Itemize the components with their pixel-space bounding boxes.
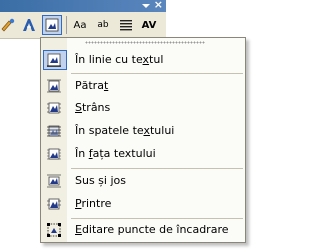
same-letter-heights-label: Aa [73,19,87,31]
vertical-text-button[interactable]: ab [93,15,113,35]
menu-item-through[interactable]: Printre [41,194,245,214]
toolbar-title-bar: × [0,0,166,12]
text-wrapping-menu: În linie cu textul Pătrat Strâns În spat… [40,37,246,243]
menu-item-label: În fața textului [75,147,156,160]
menu-item-tight[interactable]: Strâns [41,98,245,118]
close-icon[interactable]: × [154,0,163,11]
picture-tool-icon [1,18,15,32]
menu-item-label: Editare puncte de încadrare [75,223,229,236]
menu-item-square[interactable]: Pătrat [41,76,245,96]
in-front-icon [47,148,61,160]
tight-wrap-icon [47,102,61,114]
text-wrapping-icon [45,18,59,32]
menu-item-label: Strâns [75,101,111,114]
through-icon [47,198,61,210]
menu-separator [71,73,243,74]
menu-item-in-line-with-text[interactable]: În linie cu textul [41,50,245,70]
edit-wrap-points-icon [47,223,61,237]
menu-item-behind-text[interactable]: În spatele textului [41,121,245,141]
character-spacing-label: AV [141,19,157,31]
menu-item-label: În linie cu textul [75,53,164,66]
menu-item-label: În spatele textului [75,124,175,137]
menu-item-top-and-bottom[interactable]: Sus și jos [41,171,245,191]
picture-toolbar: Aa ab AV [0,12,166,39]
menu-item-in-front-of-text[interactable]: În fața textului [41,144,245,164]
character-spacing-button[interactable]: AV [139,15,159,35]
behind-text-icon [47,125,61,137]
menu-separator [71,168,243,169]
same-letter-heights-button[interactable]: Aa [70,15,90,35]
toolbar-separator [66,16,67,34]
menu-item-label: Printre [75,197,112,210]
in-line-icon [47,53,61,67]
menu-separator [71,218,243,219]
picture-tool-button[interactable] [0,15,18,35]
align-icon [120,20,132,31]
text-wrapping-button[interactable] [42,15,62,35]
menu-item-label: Sus și jos [75,174,126,187]
alignment-button[interactable] [116,15,136,35]
menu-item-label: Pătrat [75,79,109,92]
menu-drag-grip[interactable] [85,41,205,44]
menu-item-edit-wrap-points[interactable]: Editare puncte de încadrare [41,220,245,240]
top-bottom-icon [47,174,61,188]
vertical-text-label: ab [97,20,109,30]
text-effects-icon [23,19,35,31]
text-effects-button[interactable] [19,15,39,35]
toolbar-options-icon[interactable] [142,4,150,8]
square-wrap-icon [47,79,61,93]
